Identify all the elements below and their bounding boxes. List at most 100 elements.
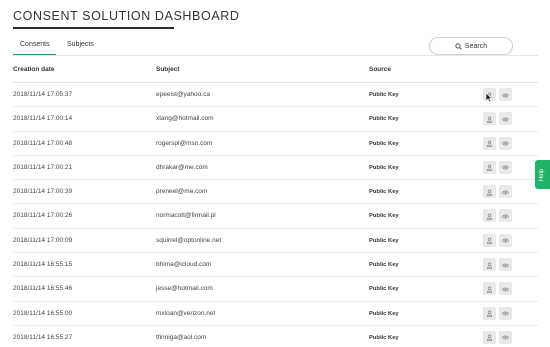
person-icon [486,280,493,298]
person-icon [486,110,493,128]
person-icon [486,134,493,152]
view-consent-button[interactable] [499,256,512,274]
view-consent-button[interactable] [499,185,512,199]
row-actions [483,328,512,346]
table-row[interactable]: 2018/11/14 17:00:21 dhrakar@me.com Public … [13,156,538,181]
row-actions [483,207,512,225]
search-button[interactable]: Search [429,37,513,55]
view-subject-button[interactable] [483,110,496,128]
row-source: Public Key [369,189,399,196]
row-subject: preneel@me.com [156,188,208,196]
row-date: 2018/11/14 17:05:37 [13,91,73,98]
table-row[interactable]: 2018/11/14 17:00:26 normacott@firmail.pl P… [13,204,538,229]
view-consent-button[interactable] [499,231,512,249]
eye-icon [502,158,509,176]
table-row[interactable]: 2018/11/14 16:55:15 bhima@icloud.com Publi… [13,253,538,278]
view-subject-button[interactable] [483,231,496,249]
row-actions [483,134,512,152]
row-source: Public Key [369,334,399,341]
row-subject: bhima@icloud.com [156,261,212,269]
row-subject: rogerspl@msn.com [156,139,213,147]
row-source: Public Key [369,213,399,220]
person-icon [486,328,493,346]
help-label: Help [539,168,546,181]
row-source: Public Key [369,140,399,147]
column-source: Source [369,66,392,73]
page-title: CONSENT SOLUTION DASHBOARD [13,9,240,23]
view-consent-button[interactable] [499,110,512,128]
person-icon [486,304,493,322]
view-subject-button[interactable] [483,160,496,174]
table-row[interactable]: 2018/11/14 16:55:46 jesse@hotmail.com Publ… [13,277,538,302]
view-subject-button[interactable] [483,280,496,298]
person-icon [486,183,493,201]
table-row[interactable]: 2018/11/14 17:00:14 xtang@hotmail.com Publ… [13,107,538,132]
view-consent-button[interactable] [499,158,512,176]
search-label: Search [464,42,488,50]
row-actions [483,231,512,249]
row-subject: tfinniga@aol.com [156,333,207,341]
view-consent-button[interactable] [499,330,512,344]
row-date: 2018/11/14 17:00:39 [13,188,73,196]
search-icon [455,42,462,50]
help-button[interactable]: Help [535,160,550,189]
tab-consents[interactable]: Consents [13,38,56,56]
view-consent-button[interactable] [499,88,512,101]
row-source: Public Key [369,286,399,293]
row-source: Public Key [369,164,399,171]
row-actions [483,280,512,298]
row-date: 2018/11/14 17:00:14 [13,115,73,123]
row-actions [483,158,512,176]
table-row[interactable]: 2018/11/14 17:00:39 preneel@me.com Public … [13,180,538,205]
column-subject: Subject [156,66,180,73]
view-subject-button[interactable] [483,256,496,274]
table-row[interactable]: 2018/11/14 17:00:48 rogerspl@msn.com Publi… [13,132,538,156]
tab-bar: Consents Subjects [13,38,101,56]
view-subject-button[interactable] [483,183,496,201]
mouse-cursor-icon [485,92,493,103]
person-icon [486,207,493,225]
row-source: Public Key [369,237,399,244]
tabs-divider [13,55,538,56]
person-icon [486,256,493,274]
eye-icon [502,110,509,128]
row-subject: mxloan@verizon.net [156,309,216,317]
eye-icon [502,256,509,274]
person-icon [486,231,493,249]
table-row[interactable]: 2018/11/14 17:00:09 squirrel@optonline.ne… [13,229,538,254]
row-subject: dhrakar@me.com [156,163,208,171]
row-date: 2018/11/14 17:00:21 [13,163,73,171]
row-date: 2018/11/14 17:00:26 [13,212,73,220]
eye-icon [502,207,509,225]
eye-icon [502,134,509,152]
row-date: 2018/11/14 16:55:00 [13,309,73,317]
row-actions [483,110,512,128]
row-actions [483,183,512,201]
row-subject: jesse@hotmail.com [156,285,213,293]
tab-subjects[interactable]: Subjects [60,38,101,54]
view-consent-button[interactable] [499,280,512,298]
table-body: 2018/11/14 17:05:37 epeeist@yahoo.ca Publi… [13,83,538,347]
table-row[interactable]: 2018/11/14 16:55:27 tfinniga@aol.com Publi… [13,326,538,347]
eye-icon [502,86,509,104]
view-subject-button[interactable] [483,304,496,322]
view-consent-button[interactable] [499,306,512,320]
row-subject: normacott@firmail.pl [156,212,216,220]
row-date: 2018/11/14 17:00:48 [13,139,73,147]
eye-icon [502,280,509,298]
eye-icon [502,231,509,249]
column-creation-date: Creation date [13,66,55,73]
row-subject: epeeist@yahoo.ca [156,91,210,98]
view-consent-button[interactable] [499,207,512,225]
view-subject-button[interactable] [483,134,496,152]
row-source: Public Key [369,116,399,123]
table-header: Creation date Subject Source [13,66,538,78]
view-subject-button[interactable] [483,328,496,346]
row-source: Public Key [369,262,399,269]
row-date: 2018/11/14 16:55:15 [13,261,73,269]
view-consent-button[interactable] [499,134,512,152]
table-row[interactable]: 2018/11/14 16:55:00 mxloan@verizon.net Pub… [13,302,538,326]
table-row[interactable]: 2018/11/14 17:05:37 epeeist@yahoo.ca Publi… [13,83,538,108]
title-underline [13,27,174,29]
view-subject-button[interactable] [483,207,496,225]
